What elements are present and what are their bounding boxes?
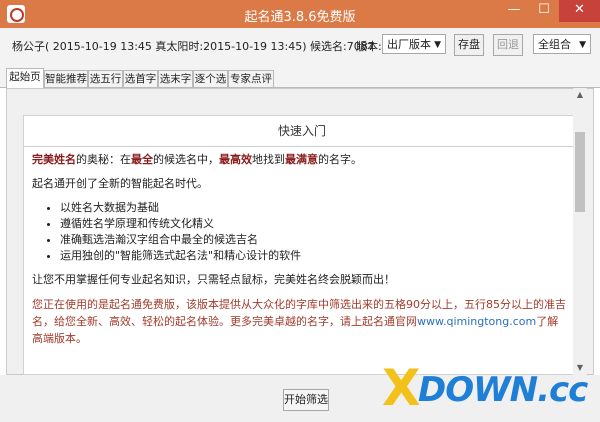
era-paragraph: 起名通开创了全新的智能起名时代。 (32, 177, 208, 190)
intro-text: 的名字。 (318, 153, 362, 166)
tab-five-elements[interactable]: 选五行 (88, 70, 123, 87)
chevron-down-icon: ▼ (434, 40, 441, 50)
site-watermark: X DOWN.cc (382, 358, 596, 420)
tab-bar: 起始页 智能推荐 选五行 选首字 选末字 逐个选 专家点评 (0, 62, 600, 88)
combination-select-value: 全组合 (538, 38, 571, 51)
tab-expert-review[interactable]: 专家点评 (228, 70, 274, 87)
combination-select[interactable]: 全组合 ▼ (533, 34, 591, 54)
info-toolbar: 杨公子( 2015-10-19 13:45 真太阳时:2015-10-19 13… (0, 28, 600, 62)
tab-first-char[interactable]: 选首字 (123, 70, 158, 87)
version-select-value: 出厂版本 (387, 38, 431, 51)
free-version-notice: 您正在使用的是起名通免费版，该版本提供从大众化的字库中筛选出来的五格90分以上，… (32, 296, 568, 347)
watermark-text: DOWN.cc (418, 370, 588, 410)
intro-emphasis-perfect-name: 完美姓名 (32, 153, 76, 166)
close-button[interactable]: ✕ (559, 0, 600, 22)
tab-last-char[interactable]: 选末字 (158, 70, 193, 87)
content-frame: 快速入门 完美姓名的奥秘：在最全的候选名中，最高效地找到最满意的名字。 起名通开… (6, 88, 594, 375)
version-label: 版本: (356, 40, 382, 53)
watermark-x: X (382, 359, 421, 417)
benefit-paragraph: 让您不用掌握任何专业起名知识，只需轻点鼠标，完美姓名终会脱颖而出！ (32, 273, 395, 286)
feature-item: 准确甄选浩瀚汉字组合中最全的候选吉名 (60, 232, 568, 248)
panel-body: 完美姓名的奥秘：在最全的候选名中，最高效地找到最满意的名字。 起名通开创了全新的… (32, 152, 568, 347)
minimize-button[interactable]: — (499, 0, 529, 22)
intro-emphasis-most-efficient: 最高效 (219, 153, 252, 166)
intro-emphasis-most-satisfied: 最满意 (285, 153, 318, 166)
intro-emphasis-most-complete: 最全 (131, 153, 153, 166)
scroll-up-icon[interactable]: ▲ (573, 88, 587, 102)
panel-title: 快速入门 (24, 116, 578, 147)
chevron-down-icon: ▼ (579, 40, 586, 50)
version-select[interactable]: 出厂版本 ▼ (382, 34, 446, 54)
quick-start-panel: 快速入门 完美姓名的奥秘：在最全的候选名中，最高效地找到最满意的名字。 起名通开… (23, 115, 579, 375)
intro-text: 地找到 (252, 153, 285, 166)
save-button[interactable]: 存盘 (454, 34, 484, 56)
intro-paragraph: 完美姓名的奥秘：在最全的候选名中，最高效地找到最满意的名字。 (32, 152, 568, 168)
start-filter-button[interactable]: 开始筛选 (283, 389, 329, 411)
vertical-scrollbar[interactable]: ▲ ▼ (573, 88, 587, 375)
tab-start-page[interactable]: 起始页 (6, 68, 44, 88)
tab-smart-recommend[interactable]: 智能推荐 (44, 70, 88, 87)
birth-info-text: 杨公子( 2015-10-19 13:45 真太阳时:2015-10-19 13… (12, 40, 375, 53)
website-link[interactable]: www.qimingtong.com (417, 315, 536, 328)
feature-list: 以姓名大数据为基础 遵循姓名学原理和传统文化精义 准确甄选浩瀚汉字组合中最全的候… (32, 200, 568, 264)
feature-item: 遵循姓名学原理和传统文化精义 (60, 216, 568, 232)
intro-text: 的候选名中， (153, 153, 219, 166)
feature-item: 以姓名大数据为基础 (60, 200, 568, 216)
scrollbar-thumb[interactable] (575, 132, 585, 212)
back-button[interactable]: 回退 (493, 34, 523, 56)
intro-text: 的奥秘：在 (76, 153, 131, 166)
maximize-button[interactable]: ☐ (529, 0, 559, 22)
feature-item: 运用独创的"智能筛选式起名法"和精心设计的软件 (60, 248, 568, 264)
title-bar: 起名通3.8.6免费版 — ☐ ✕ (0, 0, 600, 28)
tab-one-by-one[interactable]: 逐个选 (193, 70, 228, 87)
